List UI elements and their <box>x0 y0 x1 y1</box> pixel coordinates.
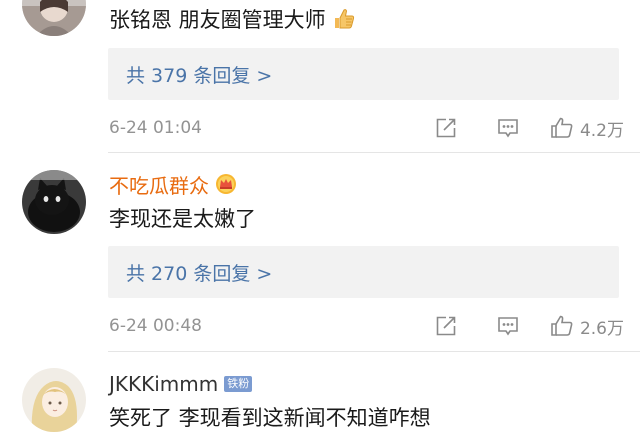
crown-badge-icon <box>215 173 237 195</box>
avatar[interactable] <box>22 368 86 432</box>
comment-actions: 2.6万 <box>434 312 624 340</box>
timestamp: 6-24 00:48 <box>109 316 202 336</box>
share-icon[interactable] <box>434 116 458 140</box>
comment-text-content: 李现还是太嫩了 <box>109 207 256 231</box>
username-row: JKKKimmm 铁粉 <box>109 370 253 398</box>
divider <box>108 351 640 352</box>
comment-text-content: 张铭恩 朋友圈管理大师 <box>109 8 326 32</box>
replies-label: 共 270 条回复 > <box>126 262 273 285</box>
thumbs-up-icon[interactable] <box>550 314 574 338</box>
thumbs-up-emoji-icon <box>332 7 356 31</box>
comment-icon[interactable] <box>496 314 520 338</box>
comment-text: 笑死了 李现看到这新闻不知道咋想 <box>109 401 431 433</box>
share-icon[interactable] <box>434 314 458 338</box>
username[interactable]: JKKKimmm <box>109 372 218 396</box>
username-row: 不吃瓜群众 <box>109 170 237 198</box>
comment-text-content: 笑死了 李现看到这新闻不知道咋想 <box>109 406 431 430</box>
thumbs-up-icon[interactable] <box>550 116 574 140</box>
username[interactable]: 不吃瓜群众 <box>109 170 209 199</box>
divider <box>108 152 640 153</box>
like-count: 2.6万 <box>579 318 624 339</box>
avatar[interactable] <box>22 0 86 36</box>
comment-text: 张铭恩 朋友圈管理大师 <box>109 3 356 35</box>
avatar[interactable] <box>22 170 86 234</box>
timestamp: 6-24 01:04 <box>109 118 202 138</box>
fan-badge: 铁粉 <box>224 376 253 392</box>
comment-meta: 6-24 00:48 2.6万 <box>109 312 624 340</box>
view-replies-button[interactable]: 共 270 条回复 > <box>108 246 619 298</box>
view-replies-button[interactable]: 共 379 条回复 > <box>108 48 619 100</box>
replies-label: 共 379 条回复 > <box>126 64 273 87</box>
comment-actions: 4.2万 <box>434 114 624 142</box>
comment-text: 李现还是太嫩了 <box>109 202 256 234</box>
like-count: 4.2万 <box>579 120 624 141</box>
comment-meta: 6-24 01:04 4.2万 <box>109 114 624 142</box>
comment-icon[interactable] <box>496 116 520 140</box>
